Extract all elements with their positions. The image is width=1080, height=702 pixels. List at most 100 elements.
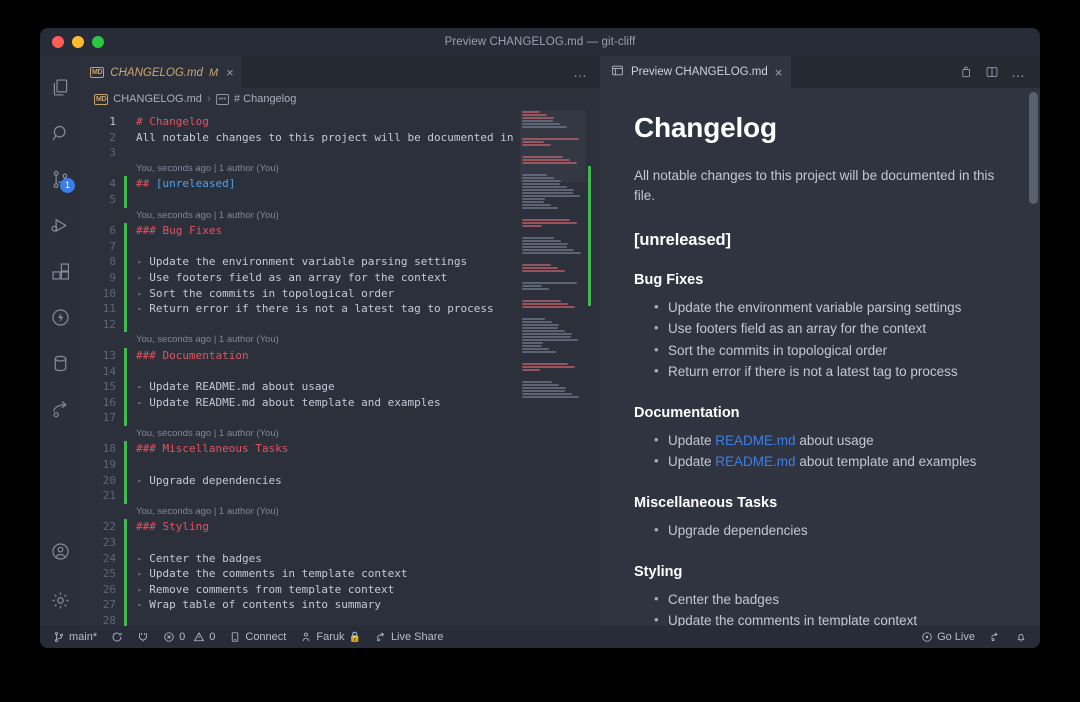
split-editor-icon[interactable] bbox=[985, 65, 999, 79]
status-live-share-label: Live Share bbox=[390, 631, 444, 643]
preview-link[interactable]: README.md bbox=[715, 433, 795, 448]
remote-share-icon bbox=[50, 399, 71, 420]
minimap-line bbox=[522, 300, 561, 302]
blame-text: You, seconds ago | 1 author (You) bbox=[136, 505, 279, 517]
minimap-line bbox=[522, 252, 581, 254]
sidebar-item-explorer[interactable] bbox=[40, 64, 80, 110]
status-go-live[interactable]: Go Live bbox=[914, 626, 982, 648]
sidebar-item-settings[interactable] bbox=[40, 574, 80, 626]
preview-list-item: Return error if there is not a latest ta… bbox=[634, 361, 1004, 383]
minimap-line bbox=[522, 285, 542, 287]
preview-text: Center the badges bbox=[668, 591, 780, 607]
minimap-line bbox=[522, 180, 561, 182]
editor-tab-actions: … bbox=[573, 56, 600, 88]
minimize-button[interactable] bbox=[72, 36, 84, 48]
preview-section-heading: Bug Fixes bbox=[634, 271, 704, 288]
sidebar-item-run-and-debug[interactable] bbox=[40, 202, 80, 248]
minimap-line bbox=[522, 111, 540, 113]
close-button[interactable] bbox=[52, 36, 64, 48]
code-token: - bbox=[136, 270, 150, 284]
line-number: 24 bbox=[102, 551, 116, 565]
status-send-feedback[interactable] bbox=[982, 626, 1008, 648]
code-token: ### Documentation bbox=[136, 348, 249, 362]
sidebar-item-remote-explorer[interactable] bbox=[40, 386, 80, 432]
preview-intro: All notable changes to this project will… bbox=[634, 168, 995, 204]
sync-icon bbox=[111, 631, 123, 643]
user-avatar-icon: 🔒 bbox=[348, 631, 361, 643]
code-token: Sort the commits in topological order bbox=[149, 286, 395, 300]
minimap-line bbox=[522, 366, 575, 368]
status-error-count: 0 bbox=[179, 631, 186, 643]
source-control-icon bbox=[53, 631, 65, 643]
minimap-line bbox=[522, 240, 561, 242]
preview-text: about usage bbox=[795, 432, 874, 448]
minimap-line bbox=[522, 270, 565, 272]
sidebar-item-source-control[interactable]: 1 bbox=[40, 156, 80, 202]
sidebar-item-search[interactable] bbox=[40, 110, 80, 156]
markdown-preview[interactable]: Changelog All notable changes to this pr… bbox=[600, 88, 1040, 626]
preview-tab-close-icon[interactable]: × bbox=[775, 65, 783, 80]
code-token: Upgrade dependencies bbox=[149, 473, 282, 487]
preview-text: Update bbox=[668, 454, 716, 470]
status-live-share-user[interactable]: Faruk 🔒 bbox=[293, 626, 368, 648]
status-ports[interactable] bbox=[130, 626, 156, 648]
code-editor[interactable]: 1 # Changelog 2 All notable changes to this… bbox=[80, 110, 600, 626]
line-number: 10 bbox=[102, 286, 116, 300]
code-token: - bbox=[136, 380, 150, 394]
sidebar-item-extensions[interactable] bbox=[40, 248, 80, 294]
status-problems[interactable]: 0 0 bbox=[156, 626, 222, 648]
minimap-line bbox=[522, 381, 552, 383]
minimap-line bbox=[522, 303, 568, 305]
preview-link[interactable]: README.md bbox=[715, 454, 795, 469]
code-token: - bbox=[136, 395, 150, 409]
zoom-button[interactable] bbox=[92, 36, 104, 48]
preview-text: Update the environment variable parsing … bbox=[668, 299, 962, 315]
status-remote-connect[interactable]: Connect bbox=[222, 626, 293, 648]
minimap-line bbox=[522, 177, 554, 179]
minimap-line bbox=[522, 330, 565, 332]
preview-tab-label: Preview CHANGELOG.md bbox=[631, 66, 768, 78]
preview-list: Center the badges Update the comments in … bbox=[634, 589, 1004, 626]
minimap-line bbox=[522, 156, 563, 158]
code-token: - bbox=[136, 302, 150, 316]
sidebar-item-thunder-client[interactable] bbox=[40, 294, 80, 340]
breadcrumb-file[interactable]: CHANGELOG.md bbox=[113, 93, 202, 105]
tab-modified-marker: M bbox=[208, 66, 219, 79]
overview-ruler[interactable] bbox=[586, 110, 600, 626]
sidebar-item-accounts[interactable] bbox=[40, 528, 80, 574]
line-number: 4 bbox=[109, 177, 116, 191]
status-branch[interactable]: main* bbox=[46, 626, 104, 648]
tab-preview-changelog[interactable]: Preview CHANGELOG.md × bbox=[600, 56, 792, 88]
tab-changelog-md[interactable]: MD CHANGELOG.md M × bbox=[80, 56, 242, 88]
preview-scrollbar[interactable] bbox=[1029, 92, 1038, 204]
minimap-line bbox=[522, 333, 572, 335]
status-live-share[interactable]: Live Share bbox=[368, 626, 451, 648]
line-number: 15 bbox=[102, 380, 116, 394]
minimap-line bbox=[522, 144, 551, 146]
minimap-line bbox=[522, 246, 567, 248]
preview-list-item: Update the environment variable parsing … bbox=[634, 297, 1004, 319]
line-number: 22 bbox=[102, 520, 116, 534]
status-notifications[interactable] bbox=[1008, 626, 1034, 648]
code-token: - bbox=[136, 551, 150, 565]
lock-preview-icon[interactable] bbox=[959, 65, 973, 79]
more-actions-icon[interactable]: … bbox=[573, 65, 588, 79]
line-number: 13 bbox=[102, 348, 116, 362]
sidebar-item-database[interactable] bbox=[40, 340, 80, 386]
status-branch-label: main* bbox=[69, 631, 98, 643]
code-token: Wrap table of contents into summary bbox=[149, 598, 382, 612]
status-sync-changes[interactable] bbox=[104, 626, 130, 648]
run-debug-icon bbox=[50, 215, 71, 236]
ports-icon bbox=[137, 631, 149, 643]
more-actions-icon[interactable]: … bbox=[1011, 65, 1026, 79]
breadcrumb-symbol[interactable]: # Changelog bbox=[234, 93, 296, 105]
status-go-live-label: Go Live bbox=[937, 631, 975, 643]
preview-list-item: Use footers field as an array for the co… bbox=[634, 318, 1004, 340]
code-token: - bbox=[136, 582, 150, 596]
minimap-line bbox=[522, 120, 553, 122]
minimap[interactable] bbox=[520, 110, 586, 626]
minimap-line bbox=[522, 126, 567, 128]
status-remote-label: Connect bbox=[245, 631, 287, 643]
code-token: - bbox=[136, 567, 150, 581]
tab-close-icon[interactable]: × bbox=[224, 65, 234, 80]
